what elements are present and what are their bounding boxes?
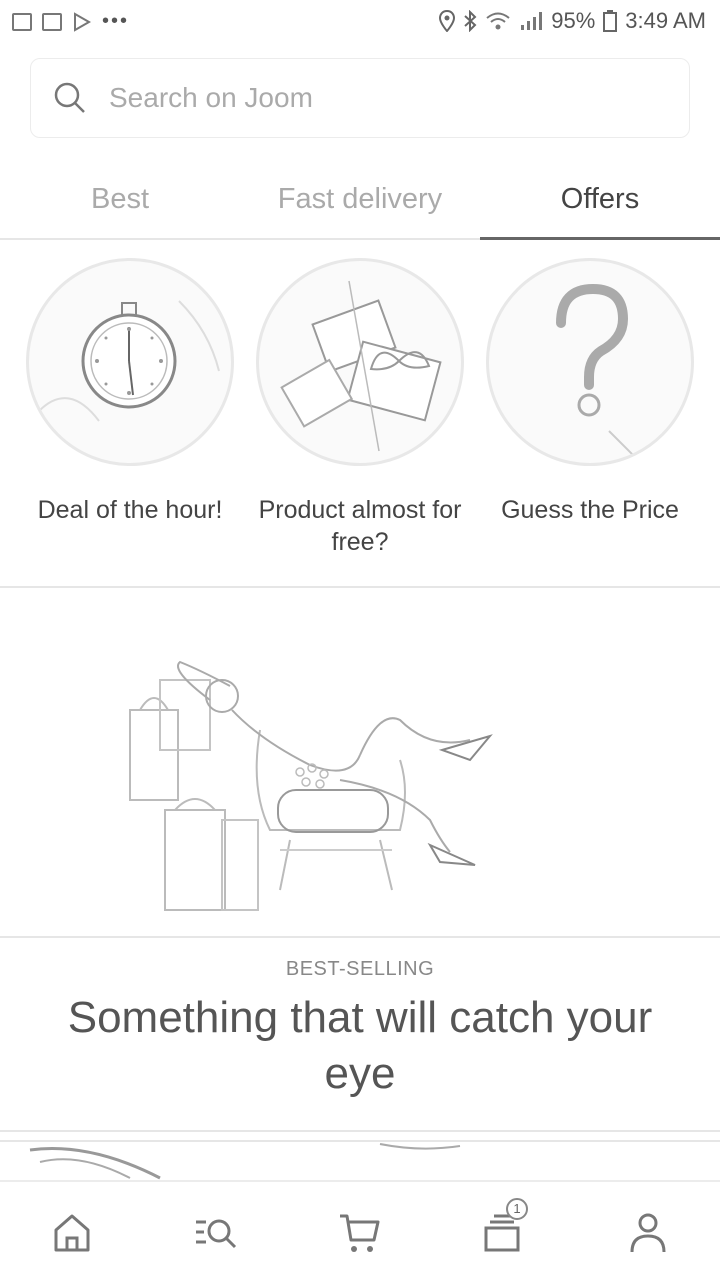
gift-icon [280,280,442,452]
bottom-navigation: 1 [0,1180,720,1280]
search-bar[interactable] [30,58,690,138]
product-image-partial [29,1143,461,1180]
next-product-preview[interactable] [0,1142,720,1180]
home-icon [54,1214,90,1252]
tab-offers[interactable]: Offers [480,160,720,240]
mail-icon [42,12,62,31]
bluetooth-icon [464,10,477,32]
image-icon [12,12,32,31]
section-divider [0,586,720,588]
play-icon [74,11,92,32]
question-mark-icon [556,283,640,462]
offer-guess-the-price[interactable]: Guess the Price [484,258,696,526]
nav-home[interactable] [48,1208,96,1256]
nav-orders[interactable]: 1 [480,1198,528,1256]
tab-fast-delivery[interactable]: Fast delivery [240,160,480,238]
offer-image [256,258,464,466]
offer-image [26,258,234,466]
clock: 3:49 AM [625,8,706,33]
orders-badge: 1 [506,1198,528,1220]
more-notifications: ••• [102,10,130,32]
nav-profile[interactable] [624,1208,672,1256]
offer-deal-of-the-hour[interactable]: Deal of the hour! [24,258,236,526]
category-tabs: Best Fast delivery Offers [0,160,720,240]
offer-image [486,258,694,466]
offer-product-almost-free[interactable]: Product almost for free? [254,258,466,558]
status-bar: ••• 95% 3:49 AM [0,0,720,44]
offer-label: Product almost for free? [258,496,462,556]
wifi-icon [486,12,510,30]
signal-icon [521,12,543,30]
offer-label: Guess the Price [501,496,679,524]
search-input[interactable] [107,81,651,115]
search-icon [54,82,85,113]
battery-percent: 95% [551,8,596,33]
stopwatch-icon [38,300,220,422]
nav-cart[interactable] [336,1208,384,1256]
search-catalog-icon [196,1219,237,1249]
cart-icon [340,1214,380,1252]
nav-catalog-search[interactable] [192,1208,240,1256]
shopper-illustration [129,660,493,911]
offer-label: Deal of the hour! [37,496,223,524]
section-title: Something that will catch your eye [67,993,653,1098]
shopping-banner-image[interactable] [0,590,720,936]
section-divider [0,1130,720,1132]
battery-icon [603,10,618,32]
location-icon [439,10,456,32]
section-kicker: BEST-SELLING [285,958,435,980]
section-divider [0,936,720,938]
tab-best[interactable]: Best [0,160,240,238]
profile-icon [630,1213,666,1253]
